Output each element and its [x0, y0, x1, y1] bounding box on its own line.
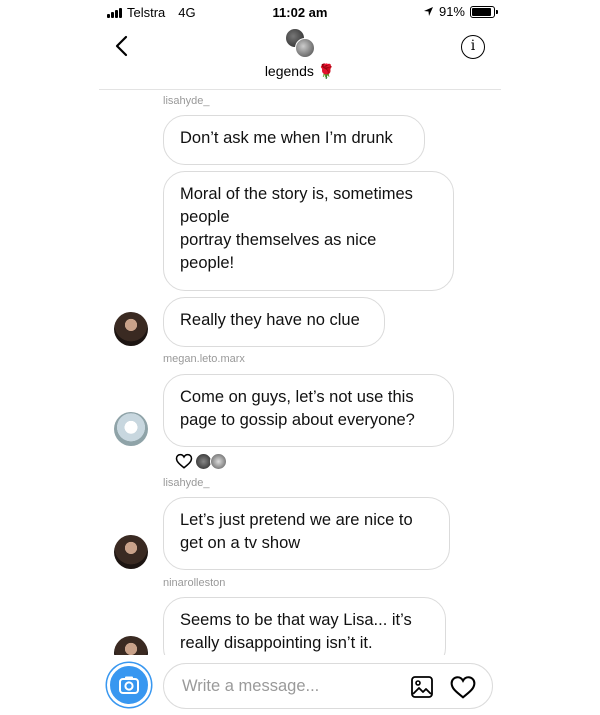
chat-title[interactable]: legends 🌹: [99, 63, 501, 80]
group-avatar[interactable]: [285, 28, 315, 58]
message-text: Come on guys, let’s not use this: [180, 388, 414, 406]
message-text: get on a tv show: [180, 534, 301, 552]
heart-icon: [175, 453, 193, 469]
camera-button[interactable]: [107, 663, 151, 707]
message-text: really disappointing isn’t it.: [180, 634, 373, 652]
message-bubble[interactable]: Don’t ask me when I’m drunk: [163, 115, 425, 165]
phone-screen: Telstra 4G 11:02 am 91% legends 🌹 i lisa…: [99, 0, 501, 715]
image-icon[interactable]: [410, 675, 434, 699]
sender-name: ninarolleston: [163, 577, 226, 589]
message-input[interactable]: [182, 674, 392, 698]
camera-icon: [119, 676, 139, 694]
info-icon[interactable]: i: [461, 35, 485, 59]
avatar[interactable]: [114, 312, 148, 346]
heart-icon[interactable]: [450, 675, 476, 699]
reactor-avatar: [210, 452, 227, 470]
status-bar: Telstra 4G 11:02 am 91%: [99, 0, 501, 24]
message-input-container[interactable]: [163, 663, 493, 709]
message-bubble[interactable]: Come on guys, let’s not use this page to…: [163, 374, 454, 447]
avatar[interactable]: [114, 412, 148, 446]
location-arrow-icon: [423, 7, 433, 16]
sender-name: lisahyde_: [163, 477, 210, 489]
message-text: Moral of the story is, sometimes: [180, 185, 413, 203]
message-text: people: [180, 208, 230, 226]
message-reactions[interactable]: [175, 452, 227, 470]
message-text: page to gossip about everyone?: [180, 411, 415, 429]
member-avatar: [295, 38, 315, 58]
message-text: Don’t ask me when I’m drunk: [180, 129, 393, 147]
message-text: Seems to be that way Lisa... it’s: [180, 611, 412, 629]
battery-icon: [470, 5, 498, 18]
message-text: Really they have no clue: [180, 311, 360, 329]
battery-fill: [472, 7, 492, 16]
message-bubble[interactable]: Let’s just pretend we are nice to get on…: [163, 497, 450, 570]
sender-name: megan.leto.marx: [163, 353, 245, 365]
message-bubble[interactable]: Moral of the story is, sometimes people …: [163, 171, 454, 291]
message-text: Let’s just pretend we are nice to: [180, 511, 413, 529]
message-text: people!: [180, 254, 235, 272]
message-text: portray themselves as nice: [180, 231, 377, 249]
battery-info: 91%: [423, 4, 498, 19]
battery-percent: 91%: [438, 4, 465, 19]
chat-header: legends 🌹 i: [99, 24, 501, 90]
message-bubble[interactable]: Really they have no clue: [163, 297, 385, 347]
chevron-left-icon[interactable]: [111, 34, 135, 58]
sender-name: lisahyde_: [163, 95, 210, 107]
avatar[interactable]: [114, 535, 148, 569]
message-composer: [99, 655, 501, 715]
